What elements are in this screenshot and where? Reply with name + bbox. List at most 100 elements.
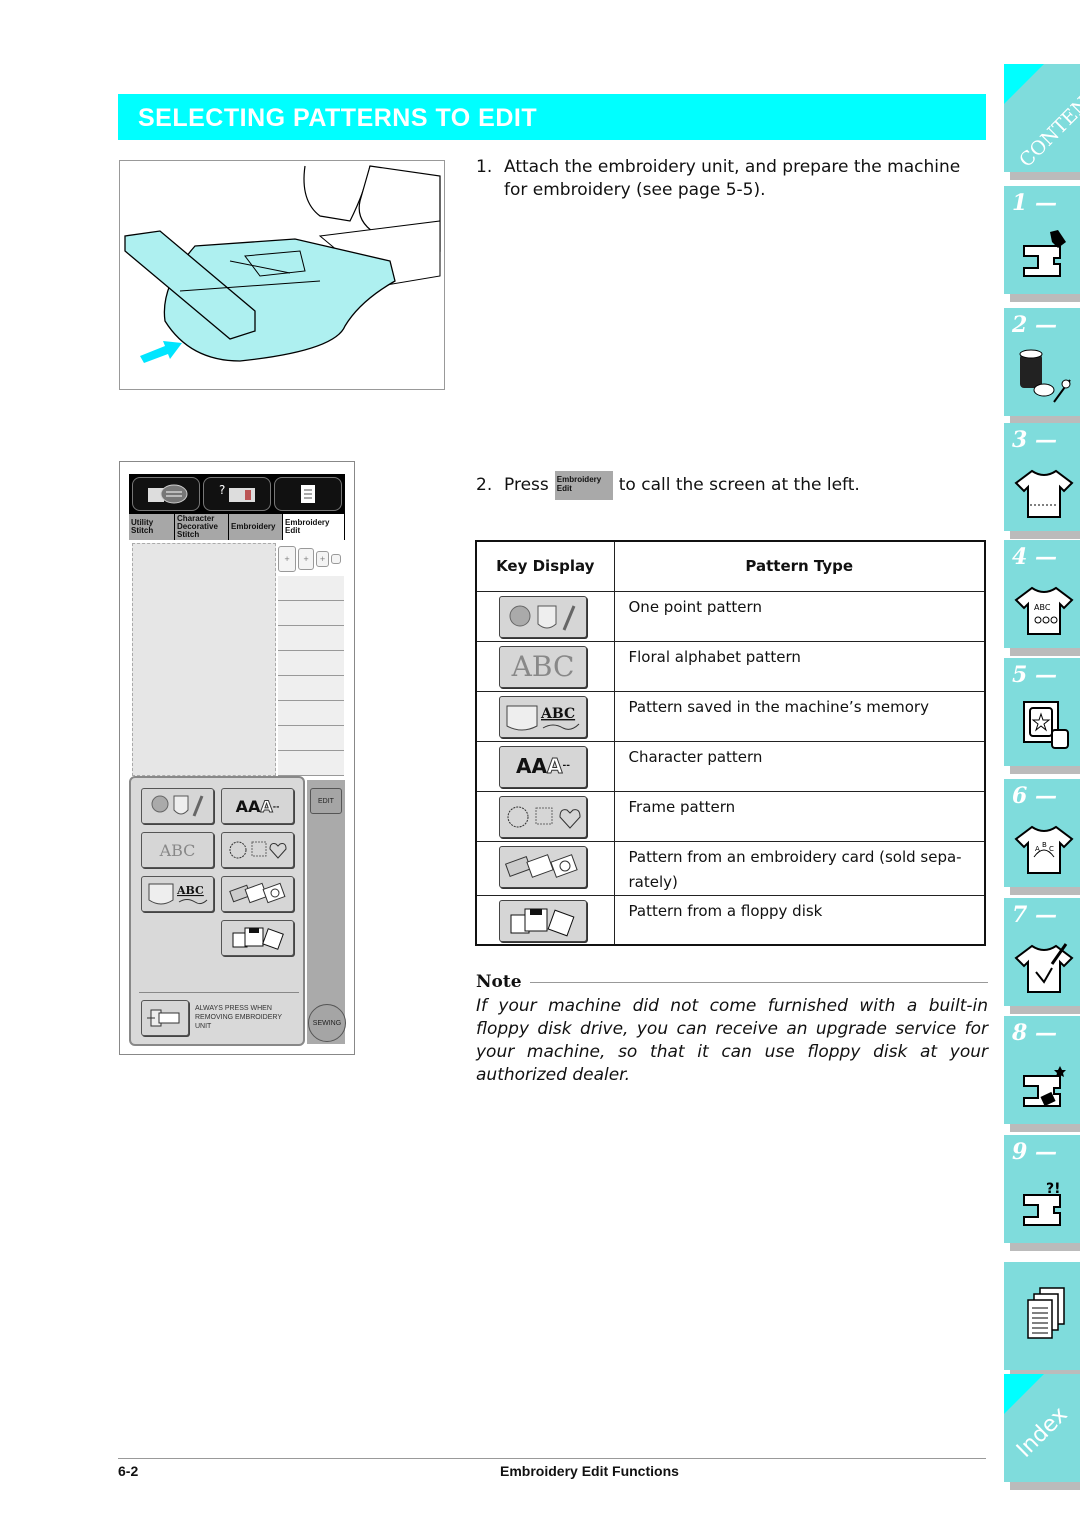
one-point-pattern-key[interactable]	[141, 788, 214, 824]
svg-text:ABC: ABC	[1034, 603, 1051, 612]
shirt-icon	[1014, 469, 1074, 518]
page-title: SELECTING PATTERNS TO EDIT	[138, 104, 538, 132]
svg-text:ABC: ABC	[540, 706, 575, 722]
key-cell: AA A --	[475, 740, 615, 792]
chapter-number: 8 —	[1012, 1020, 1057, 1046]
lcd-side-bar: EDIT SEWING	[307, 780, 346, 1044]
side-tab-chapter-1[interactable]: 1 —	[1004, 186, 1080, 294]
side-tab-appendix[interactable]	[1004, 1262, 1080, 1370]
side-tab-chapter-8[interactable]: 8 —	[1004, 1016, 1080, 1124]
step-number: 2.	[476, 475, 493, 495]
pattern-category-panel: AA A -- ABC ABC ALWAYS PRESS WHEN REMOVING…	[129, 776, 305, 1046]
info-row	[278, 701, 344, 726]
machine-maintenance-icon	[1023, 1066, 1066, 1107]
instruction-line: UNIT	[195, 1023, 212, 1030]
key-cell	[475, 894, 615, 946]
key-cell	[475, 790, 615, 842]
table-row: Frame pattern	[475, 790, 986, 842]
step-text-after: to call the screen at the left.	[618, 475, 860, 495]
side-tab-index[interactable]: Index	[1004, 1374, 1080, 1482]
info-row	[278, 576, 344, 601]
key-cell: ABC	[475, 640, 615, 692]
info-row	[278, 626, 344, 651]
table-row: ABC Floral alphabet pattern	[475, 640, 986, 692]
embroidered-shirt-icon: ABC	[1014, 586, 1074, 635]
memory-pattern-key[interactable]: ABC	[141, 876, 214, 912]
tab-shadow	[1010, 1124, 1080, 1132]
side-tab-chapter-5[interactable]: 5 —	[1004, 658, 1080, 766]
info-row	[278, 601, 344, 626]
side-tab-chapter-9[interactable]: 9 — ?!	[1004, 1135, 1080, 1243]
step-1: 1. Attach the embroidery unit, and prepar…	[476, 156, 988, 202]
key-cell	[475, 840, 615, 896]
chapter-number: 9 —	[1012, 1139, 1057, 1165]
chapter-number: 3 —	[1012, 427, 1057, 453]
step-text: Attach the embroidery unit, and prepare …	[504, 157, 961, 177]
footer-title: Embroidery Edit Functions	[500, 1463, 679, 1479]
section-banner: SELECTING PATTERNS TO EDIT	[118, 94, 986, 140]
manual-button[interactable]	[132, 477, 200, 511]
tab-shadow	[1010, 887, 1080, 895]
table-row: ABC Pattern saved in the machine’s memor…	[475, 690, 986, 742]
shirt-edit-icon	[1014, 943, 1074, 993]
memory-key-icon: ABC	[499, 695, 587, 738]
key-display-table: Key Display Pattern Type One point patte…	[475, 540, 986, 946]
key-cell	[475, 590, 615, 642]
floppy-disk-key[interactable]	[221, 920, 294, 956]
lcd-mode-tabs: Utility Stitch Character Decorative Stitch …	[129, 514, 345, 540]
tab-character-decorative-stitch[interactable]: Character Decorative Stitch	[175, 514, 229, 540]
settings-list-button[interactable]	[274, 477, 342, 511]
tab-shadow	[1010, 172, 1080, 180]
help-button[interactable]: ?	[203, 477, 271, 511]
side-tab-chapter-3[interactable]: 3 —	[1004, 423, 1080, 531]
tab-utility-stitch[interactable]: Utility Stitch	[129, 514, 175, 540]
tab-embroidery[interactable]: Embroidery	[229, 514, 283, 540]
side-tab-chapter-4[interactable]: 4 — ABC	[1004, 540, 1080, 648]
svg-text:ABC: ABC	[176, 884, 204, 897]
pattern-type-cell: Floral alphabet pattern	[613, 640, 986, 692]
embroidery-unit-illustration	[119, 160, 445, 390]
note-text: If your machine did not come furnished w…	[476, 996, 988, 1085]
key-cell: ABC	[475, 690, 615, 742]
header-key-display: Key Display	[475, 540, 615, 592]
tab-embroidery-edit[interactable]: Embroidery Edit	[283, 514, 345, 540]
sewing-button[interactable]: SEWING	[308, 1004, 346, 1042]
step-2: 2. Press Embroidery Edit to call the scr…	[476, 471, 988, 500]
footer-rule	[118, 1458, 986, 1459]
chapter-number: 7 —	[1012, 902, 1057, 928]
floppy-key-icon	[499, 899, 587, 942]
pattern-type-cell: Pattern from an embroidery card (sold se…	[613, 840, 986, 896]
info-row	[278, 651, 344, 676]
svg-text:B: B	[1042, 841, 1047, 849]
svg-text:?!: ?!	[1046, 1181, 1061, 1197]
tab-shadow	[1010, 531, 1080, 539]
tab-shadow	[1010, 1482, 1080, 1490]
side-tab-contents[interactable]: CONTENTS	[1004, 64, 1080, 172]
panel-divider	[139, 992, 299, 993]
frame-key-icon	[499, 795, 587, 838]
header-pattern-type: Pattern Type	[613, 540, 986, 592]
svg-text:?: ?	[219, 483, 225, 497]
embroidery-card-key[interactable]	[221, 876, 294, 912]
one-point-key-icon	[499, 595, 587, 638]
edit-button[interactable]: EDIT	[310, 788, 342, 814]
tab-shadow	[1010, 1243, 1080, 1251]
side-tab-chapter-2[interactable]: 2 —	[1004, 308, 1080, 416]
floral-alphabet-key[interactable]: ABC	[141, 832, 214, 868]
tab-shadow	[1010, 648, 1080, 656]
hoop-large-icon: +	[278, 546, 296, 572]
side-tab-chapter-7[interactable]: 7 —	[1004, 898, 1080, 1006]
sewing-machine-icon	[1023, 230, 1066, 277]
chapter-number: 5 —	[1012, 662, 1057, 688]
pattern-type-cell: Pattern saved in the machine’s memory	[613, 690, 986, 742]
tab-shadow	[1010, 294, 1080, 302]
table-row: AA A -- Character pattern	[475, 740, 986, 792]
table-row: One point pattern	[475, 590, 986, 642]
tab-shadow	[1010, 766, 1080, 774]
frame-pattern-key[interactable]	[221, 832, 294, 868]
side-tab-chapter-6[interactable]: 6 — ABC	[1004, 779, 1080, 887]
info-row	[278, 751, 344, 776]
remove-embroidery-unit-key[interactable]	[141, 1000, 189, 1036]
character-pattern-key[interactable]: AA A --	[221, 788, 294, 824]
chapter-number: 2 —	[1012, 312, 1057, 338]
